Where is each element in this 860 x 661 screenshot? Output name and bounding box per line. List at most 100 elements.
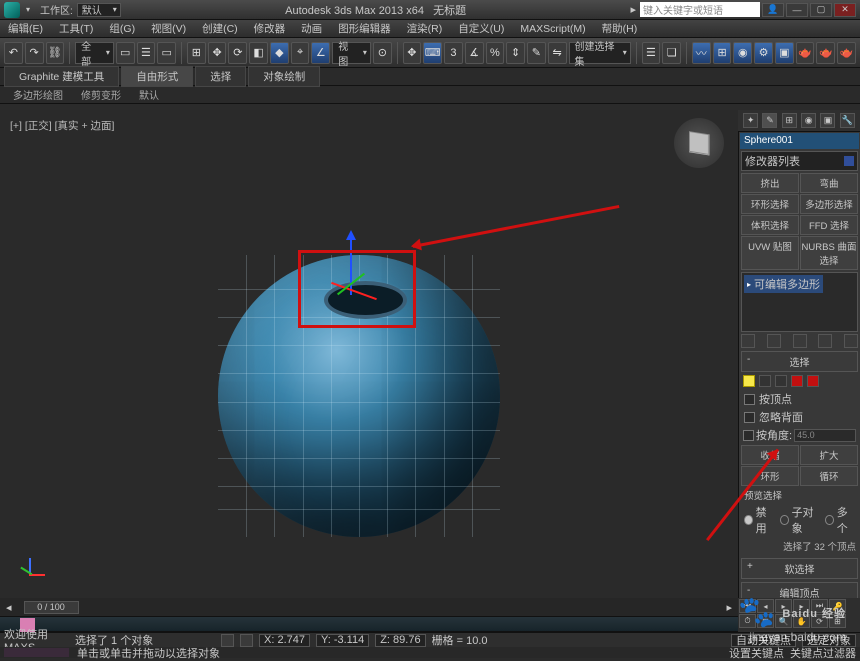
menu-animation[interactable]: 动画 xyxy=(293,21,330,36)
btn-uvw[interactable]: UVW 贴图 xyxy=(741,236,799,270)
isolate-icon[interactable] xyxy=(240,634,253,647)
ribbon-tab-selection[interactable]: 选择 xyxy=(195,66,246,87)
modify-tab-icon[interactable]: ✎ xyxy=(762,113,777,128)
keyboard-shortcut-button[interactable]: ⌨ xyxy=(423,42,442,64)
coord-z[interactable]: Z: 89.76 xyxy=(375,634,425,647)
menu-maxscript[interactable]: MAXScript(M) xyxy=(512,23,593,35)
preview-off-radio[interactable]: 禁用 xyxy=(744,504,774,536)
menu-views[interactable]: 视图(V) xyxy=(143,21,194,36)
preview-subobj-radio[interactable]: 子对象 xyxy=(780,504,819,536)
setkey-button[interactable]: 设置关键点 xyxy=(729,645,784,661)
coord-y[interactable]: Y: -3.114 xyxy=(316,634,369,647)
layers-button[interactable]: ❏ xyxy=(662,42,681,64)
btn-bend[interactable]: 弯曲 xyxy=(800,173,858,193)
listener-field[interactable] xyxy=(4,648,69,657)
time-position[interactable]: 0 / 100 xyxy=(24,601,79,614)
search-input[interactable]: 键入关键字或短语 xyxy=(640,2,760,17)
pin-stack-icon[interactable] xyxy=(741,334,755,348)
menu-edit[interactable]: 编辑(E) xyxy=(0,21,51,36)
make-unique-icon[interactable] xyxy=(793,334,807,348)
select-name-button[interactable]: ☰ xyxy=(137,42,156,64)
render-setup-button[interactable]: ⚙ xyxy=(754,42,773,64)
percent-snap-button[interactable]: % xyxy=(486,42,505,64)
menu-tools[interactable]: 工具(T) xyxy=(51,21,101,36)
rollout-selection[interactable]: 选择 xyxy=(741,351,858,372)
viewport[interactable] xyxy=(0,110,738,598)
named-selection-dropdown[interactable]: 创建选择集 xyxy=(569,42,631,64)
btn-volsel[interactable]: 体积选择 xyxy=(741,215,799,235)
btn-ffd[interactable]: FFD 选择 xyxy=(800,215,858,235)
edge-level-button[interactable] xyxy=(759,375,771,387)
ribbon-tab-objectpaint[interactable]: 对象绘制 xyxy=(248,66,320,87)
schematic-view-button[interactable]: ⊞ xyxy=(713,42,732,64)
ribbon-sub-paintdeform[interactable]: 修剪变形 xyxy=(72,85,130,104)
select-rotate-button[interactable]: ⟳ xyxy=(228,42,247,64)
viewcube[interactable] xyxy=(674,118,724,168)
menu-group[interactable]: 组(G) xyxy=(101,21,143,36)
maximize-button[interactable]: ▢ xyxy=(810,3,832,17)
close-button[interactable]: ✕ xyxy=(834,3,856,17)
btn-nurbs[interactable]: NURBS 曲面选择 xyxy=(800,236,858,270)
app-icon[interactable] xyxy=(4,2,20,18)
preview-multi-radio[interactable]: 多个 xyxy=(825,504,855,536)
menu-modifiers[interactable]: 修改器 xyxy=(246,21,294,36)
curve-editor-button[interactable]: 〰 xyxy=(692,42,711,64)
create-tab-icon[interactable]: ✦ xyxy=(743,113,758,128)
object-name-field[interactable]: Sphere001 xyxy=(740,133,859,149)
hierarchy-tab-icon[interactable]: ⊞ xyxy=(782,113,797,128)
border-level-button[interactable] xyxy=(775,375,787,387)
workspace-dropdown[interactable]: 默认 xyxy=(77,3,121,17)
rect-region-button[interactable]: ▭ xyxy=(157,42,176,64)
menu-rendering[interactable]: 渲染(R) xyxy=(399,21,451,36)
modifier-list-dropdown[interactable]: 修改器列表 xyxy=(741,151,858,171)
ribbon-sub-polydraw[interactable]: 多边形绘图 xyxy=(4,85,72,104)
ignore-backfacing-checkbox[interactable]: 忽略背面 xyxy=(739,408,860,426)
rollout-softselection[interactable]: 软选择 xyxy=(741,558,858,579)
show-end-icon[interactable] xyxy=(767,334,781,348)
config-sets-icon[interactable] xyxy=(844,334,858,348)
by-angle-checkbox[interactable] xyxy=(743,430,754,441)
select-manip-button[interactable]: ✥ xyxy=(403,42,422,64)
viewport-label[interactable]: [+] [正交] [真实 + 边面] xyxy=(10,118,114,133)
by-vertex-checkbox[interactable]: 按顶点 xyxy=(739,390,860,408)
menu-grapheditors[interactable]: 图形编辑器 xyxy=(330,21,399,36)
window-crossing-button[interactable]: ⊞ xyxy=(187,42,206,64)
snap-button[interactable]: ⌖ xyxy=(291,42,310,64)
polygon-level-button[interactable] xyxy=(791,375,803,387)
utilities-tab-icon[interactable]: 🔧 xyxy=(840,113,855,128)
ribbon-tab-graphite[interactable]: Graphite 建模工具 xyxy=(4,66,119,87)
track-bar[interactable] xyxy=(0,616,738,632)
render-iter-button[interactable]: 🫖 xyxy=(837,42,856,64)
spinner-snap-button[interactable]: ⇕ xyxy=(506,42,525,64)
select-scale-button[interactable]: ◧ xyxy=(249,42,268,64)
angle-icon[interactable]: ∡ xyxy=(465,42,484,64)
named-sel-edit-button[interactable]: ✎ xyxy=(527,42,546,64)
angle-snap-button[interactable]: ∠ xyxy=(311,42,330,64)
select-manipulate-button[interactable]: ◆ xyxy=(270,42,289,64)
selection-filter-dropdown[interactable]: 全部 xyxy=(75,42,114,64)
motion-tab-icon[interactable]: ◉ xyxy=(801,113,816,128)
menu-help[interactable]: 帮助(H) xyxy=(594,21,646,36)
minimize-button[interactable]: — xyxy=(786,3,808,17)
rendered-frame-button[interactable]: ▣ xyxy=(775,42,794,64)
render-prod-button[interactable]: 🫖 xyxy=(816,42,835,64)
btn-polysel[interactable]: 多边形选择 xyxy=(800,194,858,214)
lock-icon[interactable] xyxy=(221,634,234,647)
menu-create[interactable]: 创建(C) xyxy=(194,21,246,36)
link-button[interactable]: ⛓ xyxy=(46,42,65,64)
select-move-button[interactable]: ✥ xyxy=(208,42,227,64)
refcoord-dropdown[interactable]: 视图 xyxy=(332,42,371,64)
undo-button[interactable]: ↶ xyxy=(4,42,23,64)
menu-customize[interactable]: 自定义(U) xyxy=(450,21,512,36)
align-button[interactable]: ☰ xyxy=(642,42,661,64)
signin-button[interactable]: 👤 xyxy=(762,3,784,17)
pivot-center-button[interactable]: ⊙ xyxy=(373,42,392,64)
render-button[interactable]: 🫖 xyxy=(796,42,815,64)
btn-extrude[interactable]: 挤出 xyxy=(741,173,799,193)
angle-spinner[interactable]: 45.0 xyxy=(794,429,856,442)
coord-x[interactable]: X: 2.747 xyxy=(259,634,310,647)
grow-button[interactable]: 扩大 xyxy=(800,445,858,465)
color-swatch[interactable] xyxy=(844,156,854,166)
modifier-stack[interactable]: 可编辑多边形 xyxy=(741,272,858,332)
info-icon[interactable]: ▸ xyxy=(630,3,636,16)
